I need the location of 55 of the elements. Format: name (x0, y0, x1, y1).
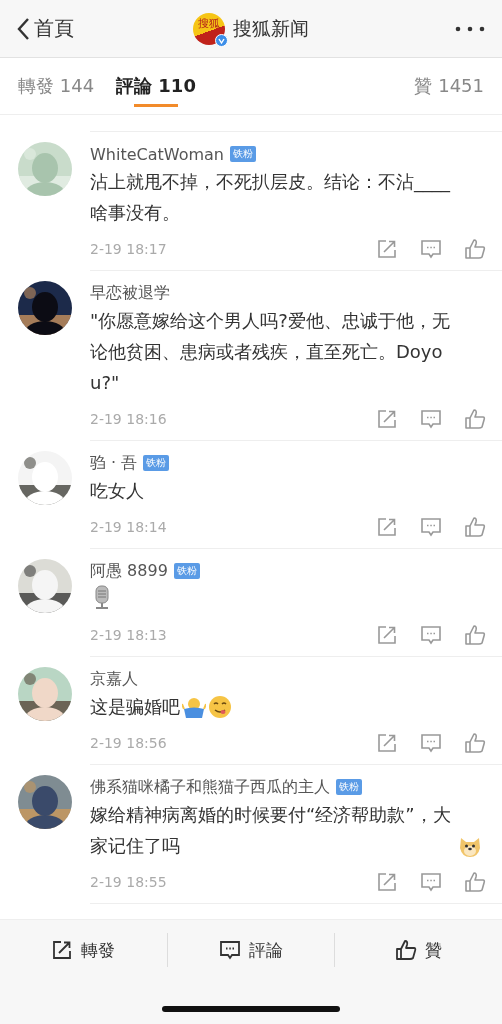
comment-icon[interactable] (420, 516, 442, 538)
comment-time: 2-19 18:55 (90, 874, 167, 890)
comment-text: 嫁给精神病离婚的时候要付“经济帮助款”，大家记住了吗 (90, 803, 452, 858)
tab[interactable]: 轉發 144 (18, 58, 95, 114)
share-icon[interactable] (376, 732, 398, 754)
comment-icon (219, 939, 241, 961)
action-button[interactable]: 轉發 (0, 933, 168, 967)
user-name[interactable]: WhiteCatWoman (90, 144, 224, 164)
back-icon (16, 16, 30, 41)
user-name[interactable]: 阿愚 8899 (90, 560, 168, 582)
share-icon[interactable] (376, 408, 398, 430)
action-button[interactable]: 贊 (335, 933, 502, 967)
comment-text: "你愿意嫁给这个男人吗?爱他、忠诚于他，无论他贫困、患病或者残疾，直至死亡。Doyou?" (90, 309, 451, 395)
like-icon (395, 939, 418, 961)
fan-badge: 铁粉 (230, 146, 256, 162)
comment-time: 2-19 18:16 (90, 411, 167, 427)
fan-badge: 铁粉 (173, 563, 200, 579)
comment-text: 沾上就甩不掉，不死扒层皮。结论：不沾____啥事没有。 (90, 170, 452, 225)
like-icon[interactable] (464, 624, 486, 646)
comment-icon[interactable] (420, 624, 442, 646)
more-icon[interactable] (454, 24, 486, 33)
like-icon[interactable] (464, 516, 486, 538)
comment-icon[interactable] (420, 871, 442, 893)
like-icon[interactable] (464, 732, 486, 754)
shrug-emoji-icon (182, 695, 206, 719)
share-icon (51, 939, 74, 961)
fan-badge: 铁粉 (143, 455, 170, 471)
comment-text: 吃女人 (90, 479, 144, 503)
like-icon[interactable] (464, 408, 486, 430)
fan-badge: 铁粉 (336, 779, 362, 795)
comment-time: 2-19 18:56 (90, 735, 167, 751)
comment-time: 2-19 18:13 (90, 627, 167, 643)
comment-icon[interactable] (420, 408, 442, 430)
share-icon[interactable] (376, 238, 398, 260)
user-name[interactable]: 京嘉人 (90, 668, 138, 690)
page-title: 搜狐新闻 (233, 15, 309, 41)
comment-icon[interactable] (420, 732, 442, 754)
user-name[interactable]: 佛系猫咪橘子和熊猫子西瓜的主人 (90, 776, 330, 798)
logo: 搜狐 (193, 12, 225, 45)
like-icon[interactable] (464, 871, 486, 893)
tab[interactable]: 贊 1451 (414, 58, 484, 114)
user-name[interactable]: 早恋被退学 (90, 282, 170, 304)
comment-time: 2-19 18:17 (90, 241, 167, 257)
share-icon[interactable] (376, 624, 398, 646)
smiley-emoji-icon (208, 695, 232, 719)
comment-text: 这是骗婚吧 (90, 695, 180, 719)
user-name[interactable]: 驺 · 吾 (90, 452, 138, 474)
share-icon[interactable] (376, 871, 398, 893)
action-button[interactable]: 評論 (167, 933, 336, 967)
comment-time: 2-19 18:14 (90, 519, 167, 535)
back-button[interactable]: 首頁 (16, 15, 74, 42)
comment-icon[interactable] (420, 238, 442, 260)
share-icon[interactable] (376, 516, 398, 538)
like-icon[interactable] (464, 238, 486, 260)
microphone-icon (92, 585, 112, 611)
